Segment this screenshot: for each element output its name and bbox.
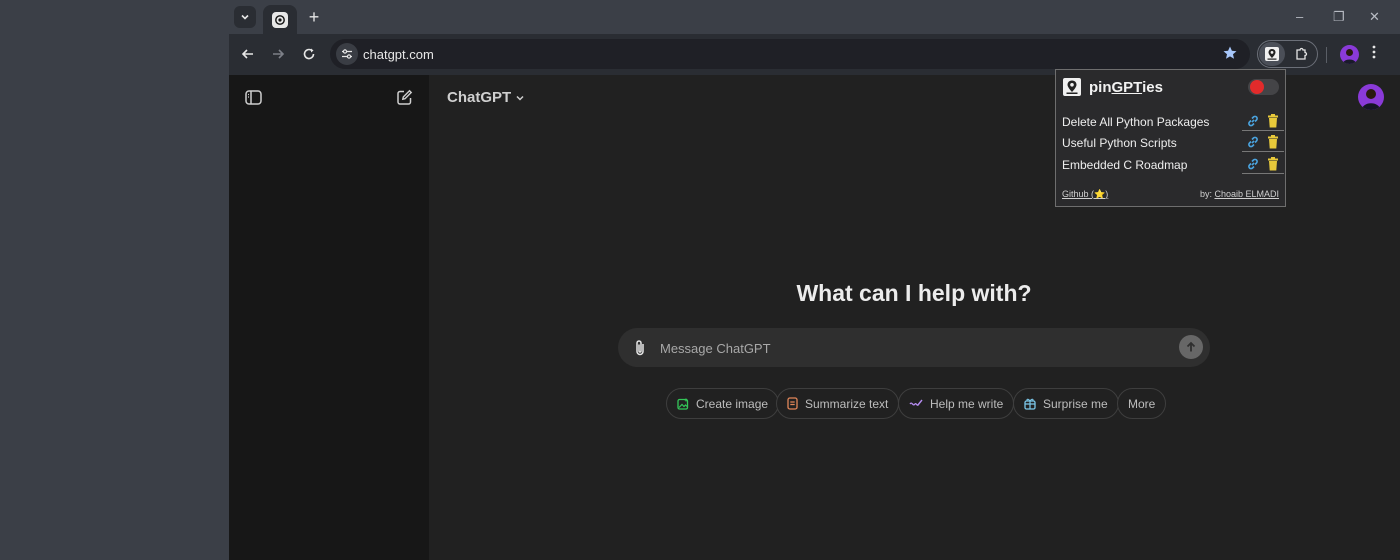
restore-button[interactable]: ❐: [1333, 9, 1345, 25]
toolbar-separator: [1326, 47, 1327, 63]
trash-icon[interactable]: [1267, 114, 1279, 128]
link-icon[interactable]: [1246, 114, 1260, 128]
chip-label: Surprise me: [1043, 396, 1108, 411]
star-icon: [1223, 46, 1237, 59]
forward-button[interactable]: [268, 44, 288, 64]
link-icon[interactable]: [1246, 157, 1260, 171]
pin-label[interactable]: Embedded C Roadmap: [1062, 158, 1187, 172]
document-icon: [787, 397, 798, 410]
pingpties-popup: pinGPTies Delete All Python Packages Use…: [1055, 69, 1286, 207]
chip-label: More: [1128, 396, 1156, 411]
trash-icon[interactable]: [1267, 157, 1279, 171]
trash-icon[interactable]: [1267, 135, 1279, 149]
chip-surprise-me[interactable]: Surprise me: [1013, 388, 1119, 419]
chevron-down-icon: [516, 95, 524, 101]
row-divider: [1242, 151, 1284, 152]
model-selector[interactable]: ChatGPT: [447, 89, 525, 106]
attach-button[interactable]: [631, 338, 649, 358]
star-icon: ⭐: [1094, 189, 1106, 199]
reload-button[interactable]: [299, 44, 319, 64]
close-window-button[interactable]: ✕: [1369, 9, 1380, 25]
browser-menu-button[interactable]: [1372, 45, 1376, 59]
author-prefix: by:: [1199, 189, 1215, 199]
chip-more[interactable]: More: [1117, 388, 1167, 419]
new-chat-button[interactable]: [394, 87, 414, 107]
arrow-right-icon: [273, 49, 285, 59]
chip-summarize-text[interactable]: Summarize text: [776, 388, 900, 419]
pin-logo-icon: [1063, 78, 1081, 96]
message-composer: [618, 328, 1210, 369]
arrow-left-icon: [241, 49, 253, 59]
minimize-button[interactable]: –: [1296, 9, 1303, 24]
puzzle-icon: [1296, 47, 1308, 60]
bookmark-star-button[interactable]: [1222, 45, 1238, 66]
pin-label[interactable]: Delete All Python Packages: [1062, 115, 1209, 129]
title-prefix: pin: [1089, 79, 1112, 96]
title-suffix: ies: [1142, 79, 1163, 96]
pin-item: Delete All Python Packages: [1062, 112, 1284, 132]
chip-label: Help me write: [930, 396, 1004, 411]
pin-item: Embedded C Roadmap: [1062, 155, 1284, 175]
github-link[interactable]: Github (⭐): [1062, 189, 1108, 199]
chip-create-image[interactable]: Create image: [666, 388, 780, 419]
pin-logo-icon: [1265, 47, 1279, 61]
github-label: Github (: [1062, 189, 1095, 199]
gift-icon: [1024, 398, 1036, 410]
page-headline: What can I help with?: [796, 280, 1032, 306]
author-link[interactable]: Choaib ELMADI: [1214, 189, 1279, 199]
url-text[interactable]: chatgpt.com: [363, 47, 434, 62]
paperclip-icon: [636, 340, 644, 356]
sidebar: [229, 75, 429, 560]
tab-search-button[interactable]: [234, 6, 256, 28]
tab-chatgpt[interactable]: [263, 5, 297, 34]
extensions-group: [1257, 40, 1318, 68]
pin-label[interactable]: Useful Python Scripts: [1062, 136, 1177, 150]
pen-icon: [909, 399, 923, 406]
pin-item: Useful Python Scripts: [1062, 133, 1284, 153]
sidebar-icon: [244, 89, 262, 105]
chevron-down-icon: [241, 14, 249, 20]
new-tab-button[interactable]: +: [305, 8, 323, 26]
browser-profile-avatar[interactable]: [1340, 45, 1359, 64]
chip-label: Summarize text: [805, 396, 889, 411]
message-input[interactable]: [658, 328, 1162, 369]
row-divider: [1242, 173, 1284, 174]
edit-icon: [396, 89, 412, 105]
toggle-knob: [1250, 80, 1264, 94]
more-vertical-icon: [1372, 45, 1376, 59]
reload-icon: [303, 48, 315, 60]
pingpties-extension-button[interactable]: [1259, 42, 1285, 66]
title-highlight: GPT: [1111, 79, 1143, 96]
row-divider: [1242, 130, 1284, 131]
send-button[interactable]: [1179, 335, 1203, 359]
link-icon[interactable]: [1246, 135, 1260, 149]
chip-help-me-write[interactable]: Help me write: [898, 388, 1015, 419]
tune-icon: [342, 49, 352, 59]
enable-toggle[interactable]: [1248, 79, 1279, 95]
address-bar[interactable]: chatgpt.com: [330, 39, 1250, 69]
toggle-sidebar-button[interactable]: [243, 87, 263, 107]
chatgpt-favicon-icon: [272, 11, 288, 28]
model-label: ChatGPT: [447, 89, 512, 106]
arrow-up-icon: [1186, 341, 1196, 352]
popup-title: pinGPTies: [1089, 79, 1163, 96]
back-button[interactable]: [238, 44, 258, 64]
create-image-icon: [677, 398, 689, 410]
popup-footer-github: Github (⭐): [1062, 189, 1108, 200]
github-label-close: ): [1105, 189, 1109, 199]
site-info-button[interactable]: [336, 43, 358, 65]
user-avatar[interactable]: [1358, 84, 1384, 110]
popup-footer-author: by: Choaib ELMADI: [1200, 189, 1279, 199]
extensions-menu-button[interactable]: [1290, 43, 1314, 65]
chip-label: Create image: [696, 396, 769, 411]
tab-strip: + – ❐ ✕: [229, 0, 1400, 34]
